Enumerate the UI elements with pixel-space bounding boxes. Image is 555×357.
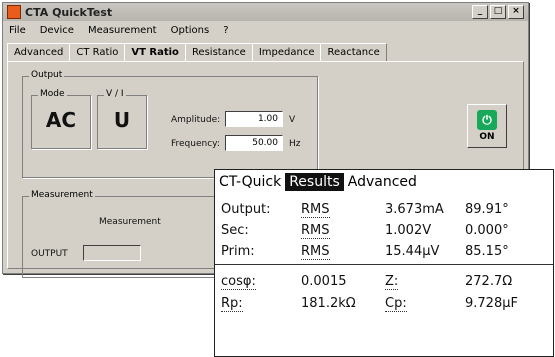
row-angle: 0.000° <box>465 223 509 238</box>
output-readout <box>83 245 141 261</box>
device-extra-row-2: Rp: 181.2kΩ Cp: 9.728µF <box>215 296 553 318</box>
tab-ct-ratio[interactable]: CT Ratio <box>69 43 126 61</box>
close-button[interactable]: × <box>508 5 524 19</box>
device-extra-row-1: cosφ: 0.0015 Z: 272.7Ω <box>215 274 553 296</box>
extra-label-1: cosφ: <box>221 274 256 290</box>
tab-strip: Advanced CT Ratio VT Ratio Resistance Im… <box>7 43 524 61</box>
frequency-input[interactable]: 50.00 <box>225 135 283 151</box>
mode-group: Mode AC <box>31 89 91 149</box>
row-name: Output: <box>221 202 271 217</box>
tab-reactance[interactable]: Reactance <box>320 43 387 61</box>
tab-impedance[interactable]: Impedance <box>251 43 322 61</box>
frequency-label: Frequency: <box>171 139 220 149</box>
extra-value-1: 181.2kΩ <box>301 296 356 311</box>
extra-label-2: Z: <box>385 274 399 290</box>
menu-file[interactable]: File <box>9 25 26 36</box>
window-title: CTA QuickTest <box>25 5 113 19</box>
device-tab-advanced[interactable]: Advanced <box>344 173 421 191</box>
menu-measurement[interactable]: Measurement <box>88 25 157 36</box>
extra-value-2: 272.7Ω <box>465 274 513 289</box>
vi-group: V / I U <box>97 89 147 149</box>
on-button[interactable]: ⏻ ON <box>467 104 507 148</box>
row-mode: RMS <box>301 223 330 239</box>
app-icon <box>7 5 21 19</box>
amplitude-label: Amplitude: <box>171 115 221 125</box>
row-angle: 89.91° <box>465 202 509 217</box>
row-value: 1.002V <box>385 223 432 238</box>
row-name: Sec: <box>221 223 249 238</box>
menu-bar: File Device Measurement Options ? <box>3 21 528 39</box>
tab-vt-ratio[interactable]: VT Ratio <box>124 43 186 61</box>
row-value: 3.673mA <box>385 202 444 217</box>
amplitude-unit: V <box>289 115 296 125</box>
measurement-group: Measurement Measurement OUTPUT <box>22 190 224 278</box>
row-name: Prim: <box>221 244 255 259</box>
extra-value-1: 0.0015 <box>301 274 347 289</box>
output-group: Output Mode AC V / I U Amplitude: 1.00 V… <box>22 70 318 178</box>
device-tab-results[interactable]: Results <box>285 172 344 191</box>
output-label: OUTPUT <box>31 249 68 259</box>
amplitude-input[interactable]: 1.00 <box>225 111 283 127</box>
output-group-label: Output <box>29 70 65 80</box>
mode-label: Mode <box>38 89 67 99</box>
device-row-sec: Sec: RMS 1.002V 0.000° <box>215 223 553 245</box>
frequency-unit: Hz <box>289 139 301 149</box>
device-row-prim: Prim: RMS 15.44µV 85.15° <box>215 244 553 266</box>
device-separator <box>215 264 553 265</box>
device-tab-ct-quick[interactable]: CT-Quick <box>215 173 285 191</box>
mode-value[interactable]: AC <box>32 108 90 132</box>
extra-value-2: 9.728µF <box>465 296 518 311</box>
title-bar: CTA QuickTest _ □ × <box>3 3 528 21</box>
row-value: 15.44µV <box>385 244 440 259</box>
tab-advanced[interactable]: Advanced <box>7 43 71 61</box>
device-tabs: CT-Quick Results Advanced <box>215 170 553 193</box>
menu-device[interactable]: Device <box>40 25 74 36</box>
device-row-output: Output: RMS 3.673mA 89.91° <box>215 202 553 224</box>
maximize-button[interactable]: □ <box>490 5 506 19</box>
row-mode: RMS <box>301 244 330 260</box>
app-root: CTA QuickTest _ □ × File Device Measurem… <box>0 0 555 357</box>
device-display: CT-Quick Results Advanced Output: RMS 3.… <box>214 169 554 357</box>
vi-label: V / I <box>104 89 126 99</box>
extra-label-2: Cp: <box>385 296 407 312</box>
on-label: ON <box>479 132 495 142</box>
row-mode: RMS <box>301 202 330 218</box>
menu-options[interactable]: Options <box>171 25 210 36</box>
menu-help[interactable]: ? <box>223 25 228 36</box>
tab-resistance[interactable]: Resistance <box>184 43 253 61</box>
row-angle: 85.15° <box>465 244 509 259</box>
measurement-inner-label: Measurement <box>99 217 161 227</box>
minimize-button[interactable]: _ <box>472 5 488 19</box>
measurement-group-label: Measurement <box>29 190 95 200</box>
vi-value[interactable]: U <box>98 108 146 132</box>
extra-label-1: Rp: <box>221 296 243 312</box>
power-icon: ⏻ <box>477 110 497 130</box>
